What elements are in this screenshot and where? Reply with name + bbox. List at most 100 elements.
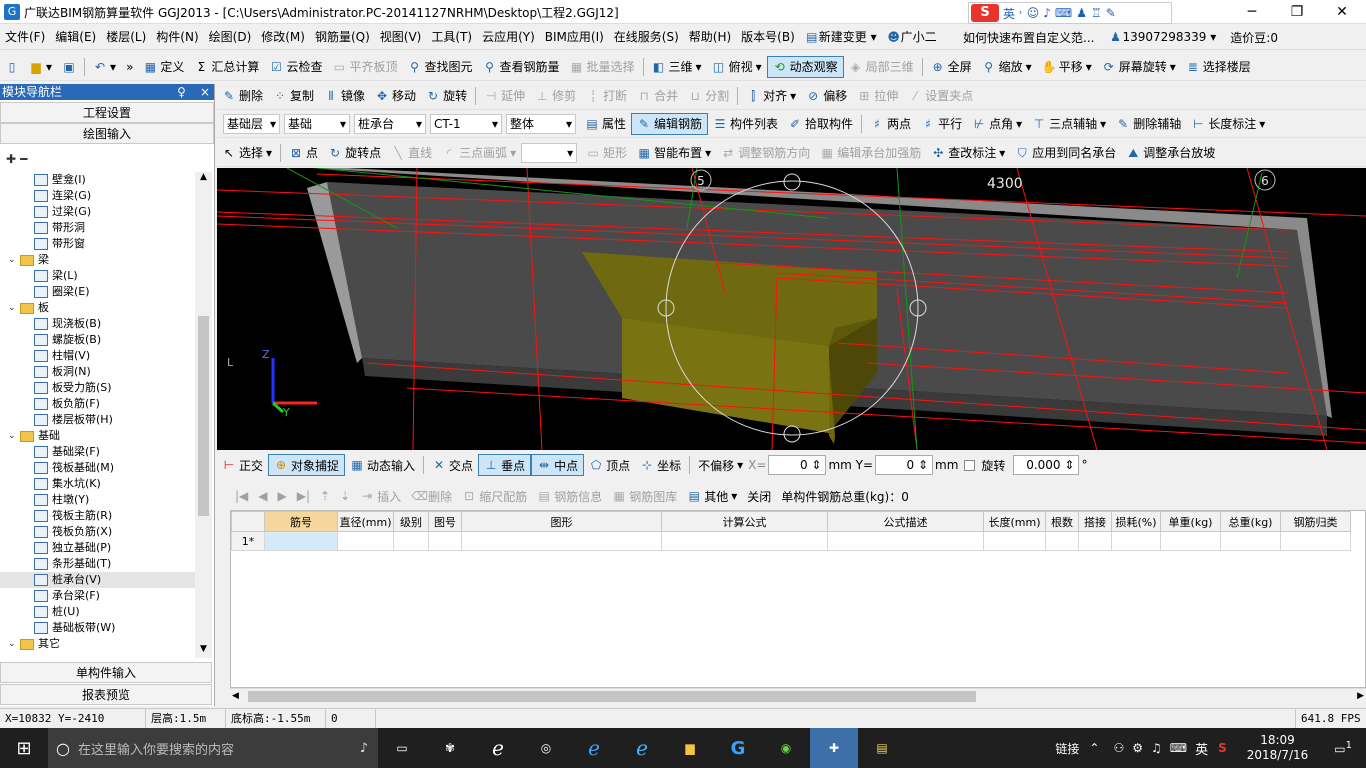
cloud-check-button[interactable]: ☑ 云检查 <box>264 56 327 78</box>
tree-item[interactable]: 连梁(G) <box>0 188 212 204</box>
tree-item[interactable]: 板受力筋(S) <box>0 380 212 396</box>
notification-icon[interactable]: ▭1 <box>1334 740 1352 756</box>
define-button[interactable]: ▦ 定义 <box>138 56 189 78</box>
network-icon[interactable]: ⚙ <box>1132 741 1143 755</box>
col-category[interactable]: 钢筋归类 <box>1280 511 1351 532</box>
col-figure-no[interactable]: 图号 <box>428 511 462 532</box>
task-view-icon[interactable]: ▭ <box>378 728 426 768</box>
undo-button[interactable]: ↶ ▾ <box>88 56 121 78</box>
user-icon[interactable]: ♟ <box>1076 6 1087 20</box>
help-hint[interactable]: 如何快速布置自定义范... <box>963 29 1094 46</box>
mic-icon[interactable]: ♪ <box>1043 6 1051 20</box>
close-icon[interactable]: × <box>200 85 210 99</box>
merge-button[interactable]: ⊓ 合并 <box>632 85 683 107</box>
smart-layout-button[interactable]: ▦ 智能布置 ▾ <box>632 142 716 164</box>
length-dim-button[interactable]: ⊢ 长度标注 ▾ <box>1186 113 1270 135</box>
glodon-icon[interactable]: G <box>714 728 762 768</box>
top-view-button[interactable]: ◫ 俯视 ▾ <box>707 56 767 78</box>
batch-select-button[interactable]: ▦ 批量选择 <box>565 56 640 78</box>
menu-floor[interactable]: 楼层(L) <box>101 28 151 45</box>
row-header[interactable]: 1* <box>231 531 265 551</box>
col-length[interactable]: 长度(mm) <box>983 511 1046 532</box>
tree-item[interactable]: 承台梁(F) <box>0 588 212 604</box>
rebar-library-button[interactable]: ▦ 钢筋图库 <box>607 488 682 505</box>
pinwheel-app-icon[interactable]: ✾ <box>426 728 474 768</box>
scroll-left-icon[interactable]: ◀ <box>232 691 239 701</box>
delete-axis-button[interactable]: ✎ 删除辅轴 <box>1111 113 1186 135</box>
fullscreen-button[interactable]: ⊕ 全屏 <box>926 56 977 78</box>
insert-button[interactable]: ⇥ 插入 <box>355 488 406 505</box>
stretch-button[interactable]: ⊞ 拉伸 <box>852 85 903 107</box>
close-rebar-button[interactable]: 关闭 <box>742 488 776 505</box>
col-lap[interactable]: 搭接 <box>1078 511 1112 532</box>
menu-tools[interactable]: 工具(T) <box>426 28 477 45</box>
taskbar-search[interactable]: ○ 在这里输入你要搜索的内容 ♪ <box>48 728 378 768</box>
sogou-logo[interactable]: S <box>971 4 999 22</box>
cell-unit-weight[interactable] <box>1160 531 1221 551</box>
expand-icon[interactable]: ⌄ <box>8 428 20 444</box>
user-account[interactable]: ♟ 13907298339 ▾ <box>1108 30 1216 44</box>
clock[interactable]: 18:09 2018/7/16 <box>1247 733 1309 763</box>
menu-view[interactable]: 视图(V) <box>375 28 427 45</box>
cell-figure-no[interactable] <box>428 531 462 551</box>
new-file-button[interactable]: ▯ <box>0 56 24 78</box>
local-3d-button[interactable]: ◈ 局部三维 <box>844 56 919 78</box>
expand-icon[interactable]: ⌄ <box>8 252 20 268</box>
tree-item[interactable]: 筏板基础(M) <box>0 460 212 476</box>
col-grade[interactable]: 级别 <box>393 511 429 532</box>
project-settings-button[interactable]: 工程设置 <box>0 102 214 123</box>
rectangle-button[interactable]: ▭ 矩形 <box>581 142 632 164</box>
pin-icon[interactable]: ♀ <box>177 85 186 99</box>
tree-item[interactable]: 梁(L) <box>0 268 212 284</box>
col-count[interactable]: 根数 <box>1045 511 1079 532</box>
menu-draw[interactable]: 绘图(D) <box>204 28 257 45</box>
adjust-rebar-dir-button[interactable]: ⇄ 调整钢筋方向 <box>716 142 815 164</box>
tree-item[interactable]: 板负筋(F) <box>0 396 212 412</box>
object-snap-button[interactable]: ⊕ 对象捕捉 <box>268 454 346 476</box>
component-type-select[interactable]: 桩承台 ▾ <box>354 113 426 134</box>
move-down-button[interactable]: ⇣ <box>335 489 355 503</box>
summary-calc-button[interactable]: Σ 汇总计算 <box>189 56 264 78</box>
green-app-icon[interactable]: ◉ <box>762 728 810 768</box>
menu-component[interactable]: 构件(N) <box>151 28 203 45</box>
ime-lang[interactable]: 英 <box>1003 5 1015 22</box>
angle-input[interactable]: 0.000 ⇕ <box>1013 455 1080 475</box>
menu-help[interactable]: 帮助(H) <box>684 28 736 45</box>
cell-formula-desc[interactable] <box>827 531 984 551</box>
ggj-app-icon[interactable]: ✚ <box>810 728 858 768</box>
move-button[interactable]: ✥ 移动 <box>370 85 421 107</box>
report-preview-button[interactable]: 报表预览 <box>0 684 212 705</box>
x-input[interactable]: 0 ⇕ <box>768 455 827 475</box>
tray-lang[interactable]: 英 <box>1195 739 1208 758</box>
expand-all-icon[interactable]: ✚ <box>6 152 16 166</box>
zoom-button[interactable]: ⚲ 缩放 ▾ <box>977 56 1037 78</box>
tree-item[interactable]: 过梁(G) <box>0 204 212 220</box>
ime-toolbar[interactable]: S 英 ˒ ☺ ♪ ⌨ ♟ ♖ ✎ <box>968 2 1172 24</box>
tree-item[interactable]: ⌄ 基础 <box>0 428 212 444</box>
menu-edit[interactable]: 编辑(E) <box>50 28 101 45</box>
overflow-button[interactable]: » <box>121 56 138 78</box>
people-icon[interactable]: ⚇ <box>1113 741 1124 755</box>
edit-annotation-button[interactable]: ✣ 查改标注 ▾ <box>926 142 1010 164</box>
col-loss[interactable]: 损耗(%) <box>1111 511 1161 532</box>
mode-select[interactable]: 整体 ▾ <box>506 113 576 134</box>
tree-item[interactable]: 集水坑(K) <box>0 476 212 492</box>
perpendicular-snap-button[interactable]: ⊥ 垂点 <box>478 454 532 476</box>
tree-item[interactable]: 现浇板(B) <box>0 316 212 332</box>
tree-scrollbar[interactable]: ▲ ▼ <box>195 172 212 658</box>
ie-icon[interactable]: ℯ <box>618 728 666 768</box>
cell-grade[interactable] <box>393 531 429 551</box>
table-row[interactable]: 1* <box>231 531 1351 551</box>
two-point-axis-button[interactable]: ♯ 两点 <box>865 113 916 135</box>
layer-type-select[interactable]: 基础层 ▾ <box>223 113 280 134</box>
last-record-button[interactable]: ▶| <box>292 489 315 503</box>
tree-item[interactable]: 壁龛(I) <box>0 172 212 188</box>
orbit-handle-bottom[interactable] <box>783 425 801 443</box>
single-input-button[interactable]: 单构件输入 <box>0 662 212 683</box>
keyboard-icon[interactable]: ⌨ <box>1170 741 1187 755</box>
pick-component-button[interactable]: ✐ 拾取构件 <box>783 113 858 135</box>
col-formula[interactable]: 计算公式 <box>661 511 828 532</box>
edit-cap-rebar-button[interactable]: ▦ 编辑承台加强筋 <box>815 142 926 164</box>
rebar-info-button[interactable]: ▤ 钢筋信息 <box>532 488 607 505</box>
menu-cloud[interactable]: 云应用(Y) <box>477 28 540 45</box>
